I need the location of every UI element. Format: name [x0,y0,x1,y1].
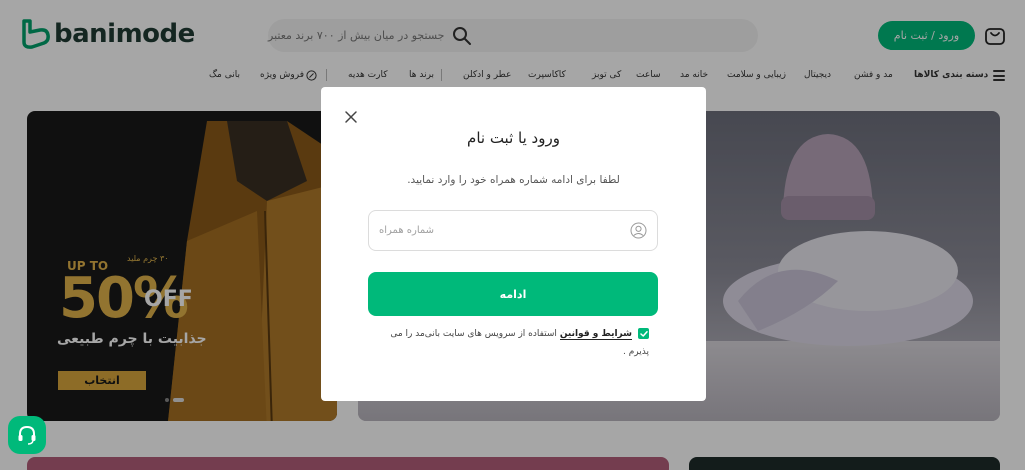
phone-field[interactable] [368,210,658,251]
phone-input[interactable] [379,211,619,250]
terms-link[interactable]: شرایط و قوانین [559,329,632,340]
modal-title: ورود یا ثبت نام [467,129,560,147]
login-modal: ورود یا ثبت نام لطفا برای ادامه شماره هم… [321,87,706,401]
headset-icon [18,425,36,445]
terms-checkbox[interactable] [638,328,649,339]
continue-button[interactable]: ادامه [368,272,658,316]
terms-agreement: شرایط و قوانین استفاده از سرویس های سایت… [383,325,649,361]
check-icon [639,330,648,337]
support-button[interactable] [8,416,46,454]
close-icon[interactable] [343,109,359,125]
user-icon [630,222,647,239]
modal-description: لطفا برای ادامه شماره همراه خود را وارد … [407,174,620,186]
